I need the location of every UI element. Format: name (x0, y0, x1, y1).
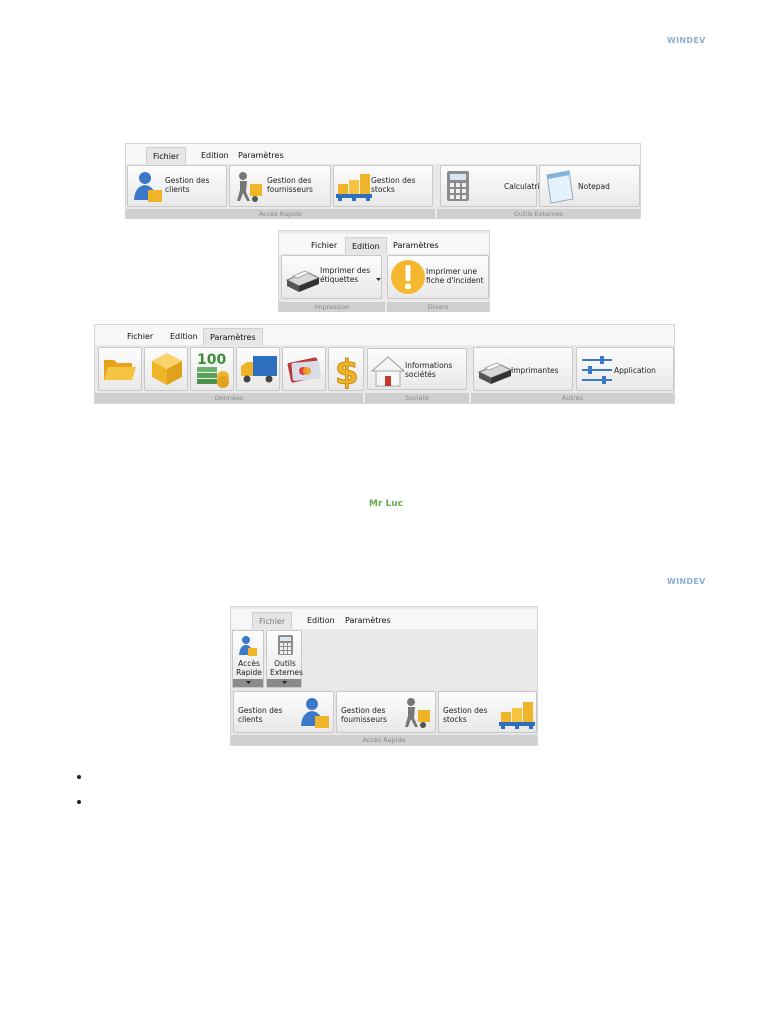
tab-parametres[interactable]: Paramètres (339, 612, 397, 629)
author-signature: Mr Luc (369, 499, 404, 509)
tab-edition[interactable]: Edition (301, 612, 341, 629)
application-button[interactable]: Application (576, 347, 674, 391)
calculator-icon (447, 171, 469, 201)
sliders-icon (582, 356, 612, 384)
cube-icon (152, 353, 182, 385)
tab-edition[interactable]: Edition (345, 237, 387, 255)
outils-externes-dropdown[interactable]: Outils Externes (266, 630, 303, 688)
gestion-fournisseurs-button[interactable]: Gestion des fournisseurs (229, 165, 331, 207)
collapsed-area: Accès Rapide Outils Externes (231, 629, 537, 689)
group-impression: Impression (279, 302, 385, 312)
dropdown-label: Accès Rapide (236, 659, 262, 677)
svg-text:100: 100 (197, 352, 226, 368)
tab-bar: Fichier Edition Paramètres (279, 234, 489, 255)
ribbon-collapsed: Fichier Edition Paramètres Accès Rapide … (230, 606, 538, 746)
group-societe: Société (365, 393, 469, 403)
chevron-down-icon (246, 681, 251, 684)
group-divers: Divers (387, 302, 489, 312)
ribbon-edition: Fichier Edition Paramètres Imprimer des … (278, 230, 490, 312)
group-donnees: Données (95, 393, 363, 403)
ribbon-body: 100 $ Informations sociétés Imprimantes … (95, 345, 674, 393)
informations-societes-button[interactable]: Informations sociétés (367, 348, 467, 390)
user-box-icon (134, 172, 162, 202)
tab-bar: Fichier Edition Paramètres (231, 609, 537, 630)
pallet-boxes-icon (499, 702, 535, 729)
button-label: Informations sociétés (405, 361, 453, 379)
delivery-man-icon (237, 172, 262, 202)
gestion-fournisseurs-button[interactable]: Gestion des fournisseurs (336, 691, 436, 733)
tab-edition[interactable]: Edition (195, 147, 235, 164)
button-label: Notepad (578, 182, 610, 191)
paiement-button[interactable] (282, 347, 326, 391)
svg-text:$: $ (335, 353, 359, 389)
calculatrice-button[interactable]: Calculatrice (440, 165, 548, 207)
windev-logo: WINDEV (667, 36, 706, 45)
warning-icon (391, 260, 425, 294)
ribbon-home: Fichier Edition Paramètres Gestion des c… (125, 143, 641, 219)
pallet-boxes-icon (336, 174, 372, 201)
button-label: Gestion des stocks (371, 176, 416, 194)
tab-fichier[interactable]: Fichier (305, 237, 343, 254)
notepad-icon (546, 170, 574, 204)
gestion-stocks-button[interactable]: Gestion des stocks (333, 165, 433, 207)
gestion-clients-button[interactable]: Gestion des clients (233, 691, 334, 733)
tab-parametres[interactable]: Paramètres (203, 328, 263, 346)
tab-fichier[interactable]: Fichier (121, 328, 159, 345)
windev-logo-2: WINDEV (667, 577, 706, 586)
tab-fichier[interactable]: Fichier (146, 147, 187, 165)
gestion-stocks-button[interactable]: Gestion des stocks (438, 691, 537, 733)
delivery-man-icon (405, 698, 430, 728)
tab-parametres[interactable]: Paramètres (387, 237, 445, 254)
imprimantes-button[interactable]: Imprimantes (473, 347, 573, 391)
list-bullet (77, 775, 81, 779)
ribbon-parametres: Fichier Edition Paramètres 100 $ Informa… (94, 324, 675, 404)
group-autres: Autres (471, 393, 674, 403)
button-label: Imprimer une fiche d'incident (426, 267, 484, 285)
money-icon: 100 (197, 352, 229, 388)
imprimer-fiche-incident-button[interactable]: Imprimer une fiche d'incident (387, 255, 489, 299)
user-box-icon (301, 698, 329, 728)
button-label: Gestion des fournisseurs (341, 706, 387, 724)
notepad-button[interactable]: Notepad (539, 165, 640, 207)
folder-icon (104, 360, 136, 380)
button-label: Gestion des stocks (443, 706, 488, 724)
button-label: Imprimantes (511, 366, 559, 375)
tab-fichier[interactable]: Fichier (252, 612, 293, 630)
house-icon (370, 356, 406, 387)
chevron-down-icon (282, 681, 287, 684)
imprimer-etiquettes-button[interactable]: Imprimer des étiquettes (281, 255, 382, 299)
ribbon-body: Gestion des clients Gestion des fourniss… (231, 689, 537, 735)
button-label: Imprimer des étiquettes (320, 266, 371, 284)
group-outils-externes: Outils Externes (437, 209, 640, 219)
tab-bar: Fichier Edition Paramètres (126, 144, 640, 165)
tab-parametres[interactable]: Paramètres (232, 147, 290, 164)
acces-rapide-dropdown[interactable]: Accès Rapide (232, 630, 264, 688)
ribbon-body: Gestion des clients Gestion des fourniss… (126, 164, 640, 209)
article-button[interactable] (144, 347, 188, 391)
truck-icon (241, 356, 277, 383)
group-acces-rapide: Accès Rapide (231, 735, 537, 745)
ribbon-body: Imprimer des étiquettes Imprimer une fic… (279, 254, 489, 302)
button-label: Gestion des fournisseurs (267, 176, 313, 194)
calculator-icon (278, 635, 293, 655)
livraison-button[interactable] (236, 347, 280, 391)
printer-icon (477, 362, 513, 384)
button-label: Gestion des clients (165, 176, 210, 194)
button-label: Application (614, 366, 656, 375)
devises-button[interactable]: $ (328, 347, 364, 391)
user-box-icon (239, 636, 257, 656)
button-label: Gestion des clients (238, 706, 283, 724)
tab-bar: Fichier Edition Paramètres (95, 325, 674, 346)
dropdown-label: Outils Externes (270, 659, 303, 677)
group-acces-rapide: Accès Rapide (126, 209, 435, 219)
tab-edition[interactable]: Edition (164, 328, 204, 345)
gestion-clients-button[interactable]: Gestion des clients (127, 165, 227, 207)
printer-icon (285, 270, 321, 292)
chevron-down-icon (376, 278, 381, 281)
credit-card-icon (287, 357, 321, 383)
tarifs-button[interactable]: 100 (190, 347, 234, 391)
list-bullet (77, 800, 81, 804)
dollar-icon: $ (335, 353, 360, 390)
dossier-button[interactable] (98, 347, 142, 391)
